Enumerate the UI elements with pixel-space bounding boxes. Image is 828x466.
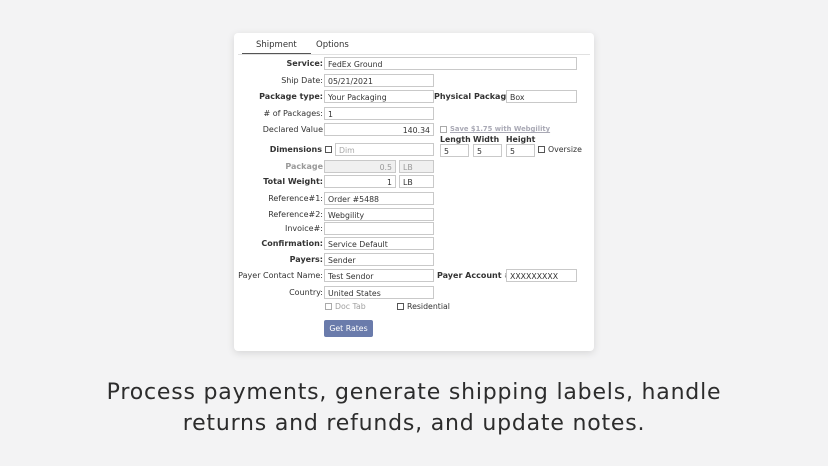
tab-options[interactable]: Options (302, 37, 363, 53)
oversize-label: Oversize (548, 145, 582, 154)
ship-date-label: Ship Date: (281, 76, 323, 85)
package-weight-input[interactable]: 0.5 (324, 160, 396, 173)
length-input[interactable]: 5 (440, 144, 469, 157)
residential-label: Residential (407, 302, 450, 311)
height-input[interactable]: 5 (506, 144, 535, 157)
oversize-checkbox[interactable] (538, 146, 545, 153)
length-label: Length (440, 135, 471, 144)
save-webgility-checkbox[interactable] (440, 126, 447, 133)
package-type-label: Package type: (259, 92, 323, 101)
reference2-label: Reference#2: (268, 210, 323, 219)
get-rates-button[interactable]: Get Rates (324, 320, 373, 337)
doc-tab-checkbox[interactable] (325, 303, 332, 310)
invoice-input[interactable] (324, 222, 434, 235)
physical-package-label: Physical Package: (434, 92, 515, 101)
caption-line-2: returns and refunds, and update notes. (182, 411, 646, 436)
residential-checkbox[interactable] (397, 303, 404, 310)
declared-value-input[interactable]: 140.34 (324, 123, 434, 136)
reference1-input[interactable]: Order #5488 (324, 192, 434, 205)
confirmation-select[interactable]: Service Default (324, 237, 434, 250)
invoice-label: Invoice#: (285, 224, 323, 233)
service-label: Service: (286, 59, 323, 68)
dim-select[interactable]: Dim (335, 143, 434, 156)
caption-line-1: Process payments, generate shipping labe… (106, 380, 722, 405)
num-packages-input[interactable]: 1 (324, 107, 434, 120)
service-select[interactable]: FedEx Ground (324, 57, 577, 70)
physical-package-select[interactable]: Box (506, 90, 577, 103)
payer-account-input[interactable]: XXXXXXXXX (506, 269, 577, 282)
declared-value-label: Declared Value (262, 125, 323, 134)
num-packages-label: # of Packages: (263, 109, 323, 118)
confirmation-label: Confirmation: (261, 239, 323, 248)
total-weight-input[interactable]: 1 (324, 175, 396, 188)
payers-label: Payers: (289, 255, 323, 264)
payer-contact-label: Payer Contact Name: (238, 271, 323, 280)
payer-contact-input[interactable]: Test Sendor (324, 269, 434, 282)
total-weight-label: Total Weight: (263, 177, 323, 186)
height-label: Height (506, 135, 536, 144)
ship-date-input[interactable]: 05/21/2021 (324, 74, 434, 87)
shipment-form-card: Shipment Options Service: FedEx Ground S… (234, 33, 594, 351)
country-label: Country: (289, 288, 323, 297)
doc-tab-label: Doc Tab (335, 302, 366, 311)
reference1-label: Reference#1: (268, 194, 323, 203)
payers-select[interactable]: Sender (324, 253, 434, 266)
package-unit-select[interactable]: LB (399, 160, 434, 173)
payer-account-label: Payer Account #: (437, 271, 515, 280)
width-input[interactable]: 5 (473, 144, 502, 157)
package-type-select[interactable]: Your Packaging (324, 90, 434, 103)
tab-bar: Shipment Options (238, 35, 590, 55)
dimensions-checkbox[interactable] (325, 146, 332, 153)
total-unit-select[interactable]: LB (399, 175, 434, 188)
width-label: Width (473, 135, 500, 144)
country-select[interactable]: United States (324, 286, 434, 299)
save-webgility-link[interactable]: Save $1.75 with Webgility (450, 125, 550, 133)
dimensions-label: Dimensions (269, 145, 322, 154)
package-label: Package (285, 162, 323, 171)
tab-shipment[interactable]: Shipment (242, 37, 311, 54)
reference2-input[interactable]: Webgility (324, 208, 434, 221)
